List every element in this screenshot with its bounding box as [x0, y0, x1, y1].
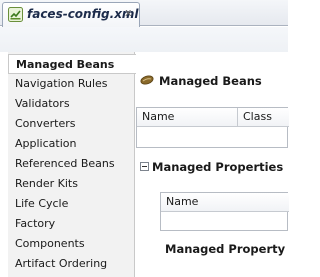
sidebar-item-components[interactable]: Components	[8, 234, 135, 254]
close-icon[interactable]: x	[125, 6, 132, 19]
sidebar-item-life-cycle[interactable]: Life Cycle	[8, 194, 135, 214]
sidebar-item-navigation-rules[interactable]: Navigation Rules	[8, 74, 135, 94]
managed-beans-table[interactable]: Name Class	[136, 107, 289, 148]
faces-config-file-icon	[8, 7, 23, 22]
tab-title: faces-config.xml	[27, 7, 139, 21]
config-sidebar: Managed Beans Navigation Rules Validator…	[8, 52, 136, 277]
faces-config-tab[interactable]: faces-config.xml x	[2, 2, 140, 27]
sidebar-item-factory[interactable]: Factory	[8, 214, 135, 234]
sidebar-item-converters[interactable]: Converters	[8, 114, 135, 134]
editor-tab-bar: faces-config.xml x	[0, 0, 288, 27]
sidebar-item-referenced-beans[interactable]: Referenced Beans	[8, 154, 135, 174]
managed-property-label: Managed Property	[165, 242, 286, 256]
managed-beans-panel: Managed Beans Name Class Managed Propert…	[136, 52, 289, 277]
column-header-name[interactable]: Name	[161, 193, 289, 211]
sidebar-item-validators[interactable]: Validators	[8, 94, 135, 114]
managed-properties-table[interactable]: Name	[160, 192, 289, 231]
managed-properties-title: Managed Properties	[152, 160, 284, 174]
sidebar-item-managed-beans[interactable]: Managed Beans	[8, 54, 136, 74]
bean-icon	[140, 75, 154, 85]
collapse-toggle-icon[interactable]	[140, 162, 149, 171]
managed-beans-title: Managed Beans	[159, 74, 262, 88]
header-divider	[161, 211, 289, 212]
sidebar-item-artifact-ordering[interactable]: Artifact Ordering	[8, 254, 135, 274]
sidebar-item-render-kits[interactable]: Render Kits	[8, 174, 135, 194]
column-header-class[interactable]: Class	[238, 108, 289, 126]
sidebar-item-application[interactable]: Application	[8, 134, 135, 154]
header-divider	[137, 126, 289, 127]
column-header-name[interactable]: Name	[137, 108, 238, 126]
editor-header-strip	[0, 27, 288, 52]
